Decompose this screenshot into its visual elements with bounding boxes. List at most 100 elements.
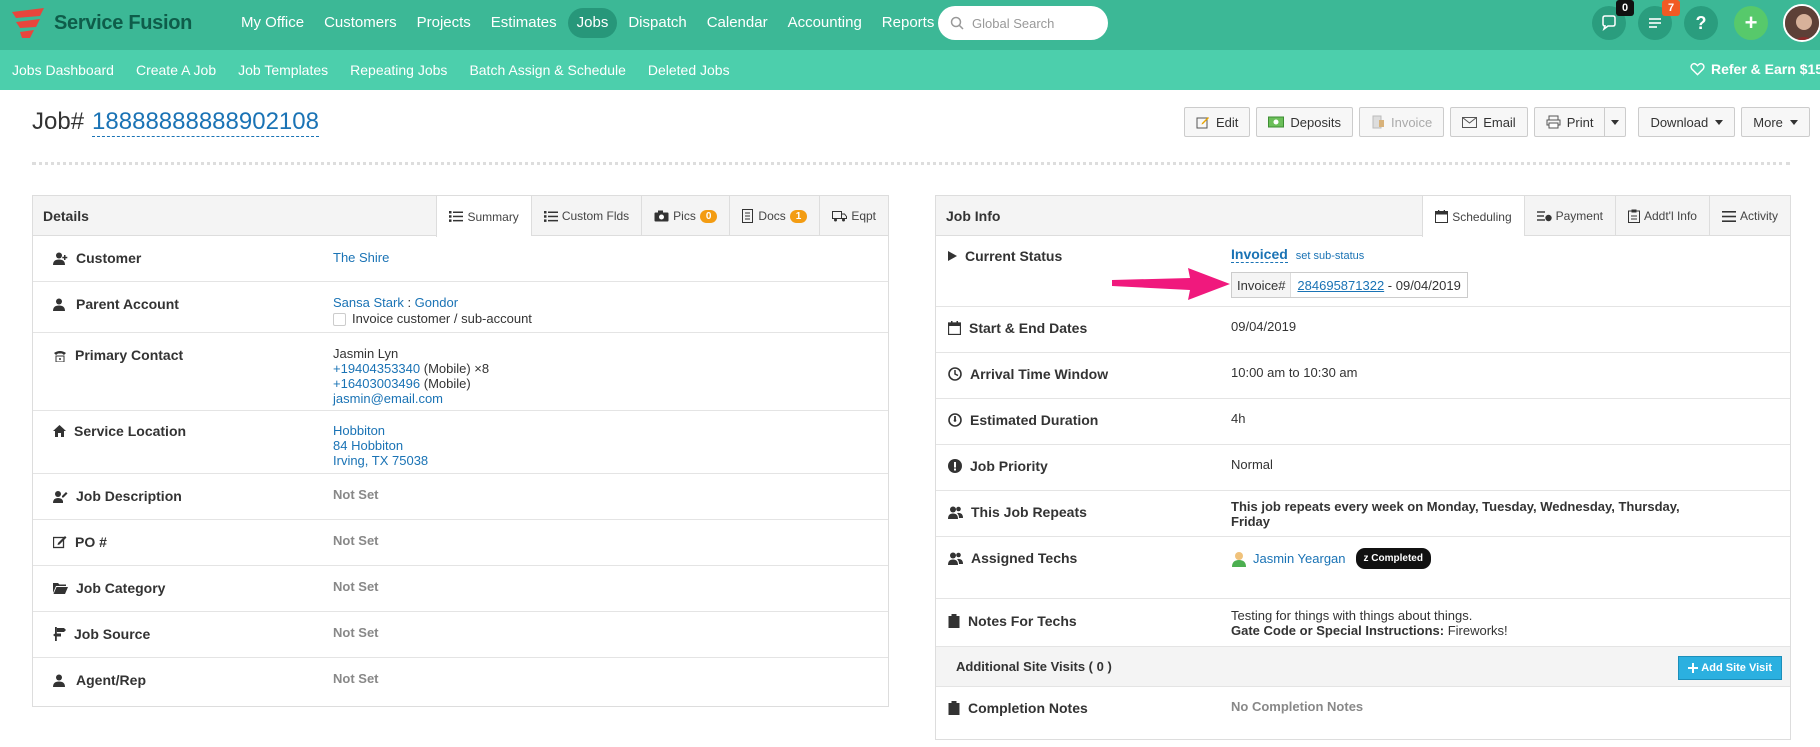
location-line-3: Irving, TX 75038 xyxy=(333,453,429,468)
job-prefix: Job# xyxy=(32,108,85,135)
nav-reports[interactable]: Reports xyxy=(873,8,944,38)
deposits-label: Deposits xyxy=(1290,114,1341,130)
jobs-sub-nav: Jobs Dashboard Create A Job Job Template… xyxy=(0,50,1820,90)
service-location-address[interactable]: Hobbiton 84 Hobbiton Irving, TX 75038 xyxy=(333,423,428,468)
start-end-dates-value[interactable]: 09/04/2019 xyxy=(1231,319,1296,334)
invoice-label: Invoice xyxy=(1390,114,1433,130)
subnav-job-templates[interactable]: Job Templates xyxy=(238,62,328,78)
more-label: More xyxy=(1753,114,1783,130)
user-avatar[interactable] xyxy=(1783,4,1820,42)
job-info-tabs: Scheduling Payment Addt'l Info Activity xyxy=(1422,196,1790,237)
customer-link[interactable]: The Shire xyxy=(333,250,389,265)
tab-eqpt-label: Eqpt xyxy=(851,209,876,223)
edit-button[interactable]: Edit xyxy=(1184,107,1251,137)
edit-icon xyxy=(1196,117,1209,129)
nav-estimates[interactable]: Estimates xyxy=(482,8,566,38)
job-repeats-value[interactable]: This job repeats every week on Monday, T… xyxy=(1231,499,1711,529)
parent-org-link[interactable]: Gondor xyxy=(415,295,458,310)
nav-jobs[interactable]: Jobs xyxy=(567,8,618,38)
plus-icon: + xyxy=(1744,10,1758,35)
subnav-batch-assign[interactable]: Batch Assign & Schedule xyxy=(469,62,625,78)
tab-addl-info[interactable]: Addt'l Info xyxy=(1614,196,1709,236)
header-divider xyxy=(32,162,1790,165)
nav-calendar[interactable]: Calendar xyxy=(698,8,777,38)
refer-earn-link[interactable]: Refer & Earn $150 xyxy=(1690,61,1820,77)
search-icon xyxy=(950,16,964,30)
invoice-button[interactable]: Invoice xyxy=(1358,107,1445,137)
invoice-sub-account-checkbox[interactable] xyxy=(333,313,346,327)
nav-projects[interactable]: Projects xyxy=(408,8,480,38)
tab-custom-fields[interactable]: Custom Flds xyxy=(530,196,641,236)
subnav-jobs-dashboard[interactable]: Jobs Dashboard xyxy=(12,62,114,78)
job-source-value[interactable]: Not Set xyxy=(333,625,379,640)
po-value[interactable]: Not Set xyxy=(333,533,379,548)
add-new-button[interactable]: + xyxy=(1734,6,1768,40)
add-site-visit-button[interactable]: Add Site Visit xyxy=(1678,656,1782,680)
tab-scheduling[interactable]: Scheduling xyxy=(1422,196,1524,237)
notes-for-techs-value[interactable]: Testing for things with things about thi… xyxy=(1231,608,1508,638)
phone-1-link[interactable]: +19404353340 xyxy=(333,361,420,376)
tab-activity[interactable]: Activity xyxy=(1708,196,1790,236)
deposits-button[interactable]: Deposits xyxy=(1256,107,1353,137)
print-button[interactable]: Print xyxy=(1533,107,1606,137)
parent-name-link[interactable]: Sansa Stark xyxy=(333,295,404,310)
print-options-dropdown[interactable] xyxy=(1605,107,1627,137)
estimated-duration-value[interactable]: 4h xyxy=(1231,411,1245,426)
email-button[interactable]: Email xyxy=(1450,107,1528,137)
clipboard-icon xyxy=(1627,209,1640,223)
subnav-deleted-jobs[interactable]: Deleted Jobs xyxy=(648,62,730,78)
service-fusion-logo[interactable]: Service Fusion xyxy=(10,5,192,41)
job-number[interactable]: 18888888888902108 xyxy=(92,108,319,137)
chat-bubble-icon xyxy=(1602,15,1616,31)
caret-right-icon[interactable] xyxy=(948,251,957,261)
job-repeats-row: This Job Repeats This job repeats every … xyxy=(936,491,1790,537)
tab-equipment[interactable]: Eqpt xyxy=(819,196,888,236)
more-dropdown[interactable]: More xyxy=(1741,107,1810,137)
completion-notes-value[interactable]: No Completion Notes xyxy=(1231,699,1363,714)
envelope-icon xyxy=(1462,116,1478,128)
current-status-label: Current Status xyxy=(965,248,1063,264)
notes-for-techs-row: Notes For Techs Testing for things with … xyxy=(936,599,1790,647)
location-line-2: 84 Hobbiton xyxy=(333,438,404,453)
avatar-image xyxy=(1785,6,1819,40)
job-priority-value[interactable]: Normal xyxy=(1231,457,1273,472)
subnav-create-job[interactable]: Create A Job xyxy=(136,62,216,78)
job-category-value[interactable]: Not Set xyxy=(333,579,379,594)
nav-dispatch[interactable]: Dispatch xyxy=(619,8,695,38)
completion-notes-label: Completion Notes xyxy=(968,700,1088,716)
subnav-repeating-jobs[interactable]: Repeating Jobs xyxy=(350,62,447,78)
agent-rep-value[interactable]: Not Set xyxy=(333,671,379,686)
tab-summary[interactable]: Summary xyxy=(436,196,531,237)
logo-mark-icon xyxy=(12,8,44,38)
tasks-button[interactable]: 7 xyxy=(1638,0,1680,40)
arrival-window-value[interactable]: 10:00 am to 10:30 am xyxy=(1231,365,1357,380)
nav-customers[interactable]: Customers xyxy=(315,8,406,38)
tasks-count-badge: 7 xyxy=(1662,0,1680,16)
nav-my-office[interactable]: My Office xyxy=(232,8,313,38)
invoice-number-link[interactable]: 284695871322 xyxy=(1297,278,1384,293)
download-dropdown[interactable]: Download xyxy=(1638,107,1736,137)
tab-docs[interactable]: Docs 1 xyxy=(729,196,819,236)
contact-email-link[interactable]: jasmin@email.com xyxy=(333,391,489,406)
top-navbar: Service Fusion My Office Customers Proje… xyxy=(0,0,1820,50)
completion-notes-row: Completion Notes No Completion Notes xyxy=(936,687,1790,733)
tech-name-link[interactable]: Jasmin Yeargan xyxy=(1253,551,1346,566)
phone-2-link[interactable]: +16403003496 xyxy=(333,376,420,391)
tab-pics[interactable]: Pics 0 xyxy=(641,196,729,236)
customer-row: Customer The Shire xyxy=(33,236,888,282)
global-search-input[interactable]: Global Search xyxy=(938,6,1108,40)
tab-payment-label: Payment xyxy=(1555,209,1603,223)
nav-accounting[interactable]: Accounting xyxy=(779,8,871,38)
arrival-window-label: Arrival Time Window xyxy=(970,366,1109,382)
status-value[interactable]: Invoiced xyxy=(1231,246,1288,263)
list-icon xyxy=(543,210,558,222)
site-visits-label: Additional Site Visits ( 0 ) xyxy=(956,659,1112,674)
gate-code-label: Gate Code or Special Instructions: xyxy=(1231,623,1445,638)
phone-2-type: (Mobile) xyxy=(420,376,471,391)
set-sub-status-link[interactable]: set sub-status xyxy=(1296,250,1364,262)
tab-payment[interactable]: Payment xyxy=(1523,196,1615,236)
help-button[interactable]: ? xyxy=(1684,6,1718,40)
primary-contact-row: Primary Contact Jasmin Lyn +19404353340 … xyxy=(33,333,888,411)
chat-button[interactable]: 0 xyxy=(1592,0,1634,40)
job-description-value[interactable]: Not Set xyxy=(333,487,379,502)
